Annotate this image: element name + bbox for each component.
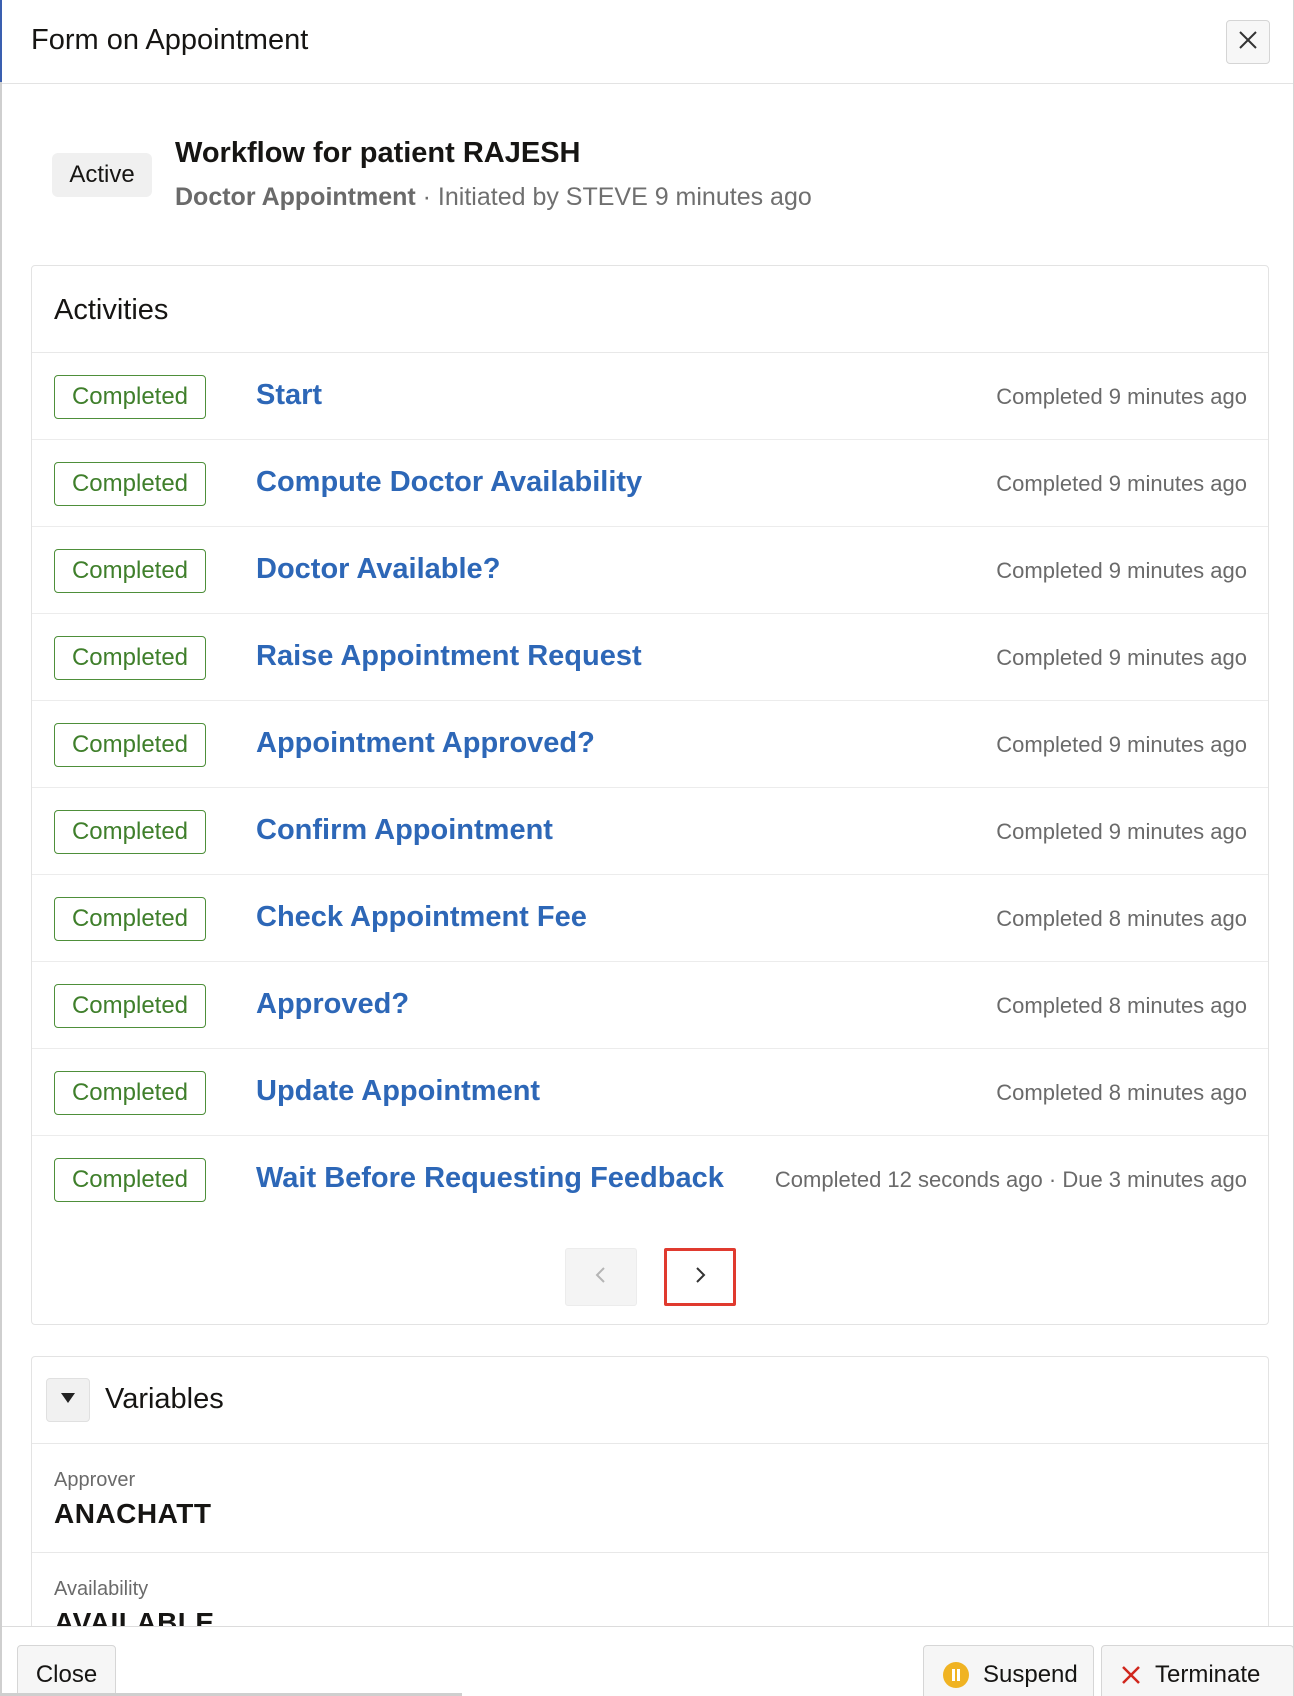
close-button[interactable] [1226,20,1270,64]
activity-time: Completed 9 minutes ago [996,645,1247,670]
suspend-button[interactable]: Suspend [923,1645,1094,1696]
activity-row: Completed Wait Before Requesting Feedbac… [32,1136,1268,1223]
status-badge: Active [52,153,152,197]
activity-row: Completed Update Appointment Completed 8… [32,1049,1268,1136]
activity-time: Completed 9 minutes ago [996,732,1247,757]
activity-link[interactable]: Confirm Appointment [256,814,553,847]
status-badge: Completed [54,1071,206,1115]
activity-link[interactable]: Wait Before Requesting Feedback [256,1162,724,1195]
activity-link[interactable]: Raise Appointment Request [256,640,642,673]
close-button[interactable]: Close [17,1645,116,1696]
collapse-toggle-button[interactable] [46,1378,90,1422]
divider [32,1443,1268,1444]
close-icon [1238,30,1258,55]
workflow-initiated: · Initiated by STEVE 9 minutes ago [415,183,812,211]
activity-link[interactable]: Doctor Available? [256,553,500,586]
status-badge: Completed [54,375,206,419]
status-badge: Completed [54,723,206,767]
activity-time: Completed 8 minutes ago [996,1080,1247,1105]
activity-time: Completed 8 minutes ago [996,906,1247,931]
variable-label: Approver [54,1469,136,1491]
caret-down-icon [60,1391,76,1409]
activities-title: Activities [54,294,169,326]
dialog-footer: Close Suspend Terminate [2,1626,1294,1696]
status-badge: Completed [54,810,206,854]
divider [32,1552,1268,1553]
variable-value: ANACHATT [54,1498,212,1529]
workflow-type: Doctor Appointment [175,183,416,211]
status-badge: Completed [54,549,206,593]
activities-panel: Activities Completed Start Completed 9 m… [31,265,1269,1325]
chevron-left-icon [594,1265,608,1290]
activity-row: Completed Check Appointment Fee Complete… [32,875,1268,962]
suspend-label: Suspend [983,1661,1078,1688]
variables-title: Variables [105,1383,224,1415]
activity-row: Completed Confirm Appointment Completed … [32,788,1268,875]
variable-label: Availability [54,1578,149,1600]
activity-row: Completed Appointment Approved? Complete… [32,701,1268,788]
workflow-title: Workflow for patient RAJESH [175,137,581,169]
activity-time: Completed 9 minutes ago [996,819,1247,844]
activity-link[interactable]: Compute Doctor Availability [256,466,642,499]
activity-time: Completed 9 minutes ago [996,384,1247,409]
activity-list: Completed Start Completed 9 minutes ago … [32,353,1268,1223]
workflow-subtitle: Doctor Appointment · Initiated by STEVE … [175,183,812,212]
activity-row: Completed Doctor Available? Completed 9 … [32,527,1268,614]
activity-link[interactable]: Update Appointment [256,1075,540,1108]
activity-link[interactable]: Approved? [256,988,409,1021]
terminate-button[interactable]: Terminate [1101,1645,1294,1696]
next-page-button[interactable] [664,1248,736,1306]
status-badge: Completed [54,1158,206,1202]
activity-row: Completed Raise Appointment Request Comp… [32,614,1268,701]
activity-time: Completed 9 minutes ago [996,471,1247,496]
terminate-label: Terminate [1155,1661,1261,1688]
pause-icon [942,1661,970,1689]
activity-link[interactable]: Start [256,379,322,412]
chevron-right-icon [693,1265,707,1290]
activity-row: Completed Start Completed 9 minutes ago [32,353,1268,440]
dialog-title: Form on Appointment [31,24,309,56]
activity-link[interactable]: Check Appointment Fee [256,901,587,934]
activity-row: Completed Approved? Completed 8 minutes … [32,962,1268,1049]
page-edge [0,82,2,1696]
status-badge: Completed [54,636,206,680]
activity-row: Completed Compute Doctor Availability Co… [32,440,1268,527]
activity-time: Completed 9 minutes ago [996,558,1247,583]
status-badge: Completed [54,462,206,506]
status-badge: Completed [54,984,206,1028]
activity-time: Completed 12 seconds ago · Due 3 minutes… [774,1167,1247,1192]
dialog-header: Form on Appointment [2,0,1293,84]
x-icon [1120,1664,1142,1686]
previous-page-button[interactable] [565,1248,637,1306]
status-badge: Completed [54,897,206,941]
activity-time: Completed 8 minutes ago [996,993,1247,1018]
activity-link[interactable]: Appointment Approved? [256,727,595,760]
